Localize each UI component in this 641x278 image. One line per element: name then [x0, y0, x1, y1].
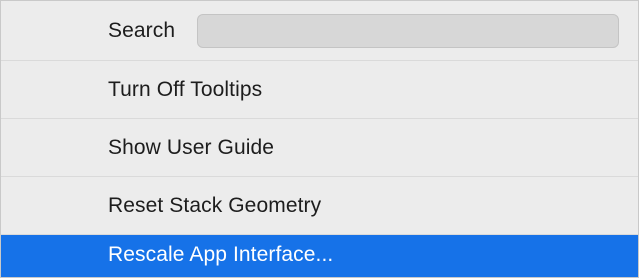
help-menu: Search Turn Off Tooltips Show User Guide…: [0, 0, 639, 278]
menu-item-reset-stack-geometry[interactable]: Reset Stack Geometry: [1, 177, 638, 235]
menu-item-label: Reset Stack Geometry: [108, 193, 322, 217]
menu-item-show-user-guide[interactable]: Show User Guide: [1, 119, 638, 177]
search-input[interactable]: [197, 13, 620, 48]
menu-item-label: Rescale App Interface...: [108, 243, 334, 266]
menu-item-turn-off-tooltips[interactable]: Turn Off Tooltips: [1, 61, 638, 119]
menu-item-label: Show User Guide: [108, 135, 275, 159]
search-label: Search: [108, 18, 176, 42]
menu-search-row: Search: [1, 1, 638, 61]
menu-item-label: Turn Off Tooltips: [108, 77, 263, 101]
menu-item-rescale-app-interface[interactable]: Rescale App Interface...: [1, 235, 638, 277]
